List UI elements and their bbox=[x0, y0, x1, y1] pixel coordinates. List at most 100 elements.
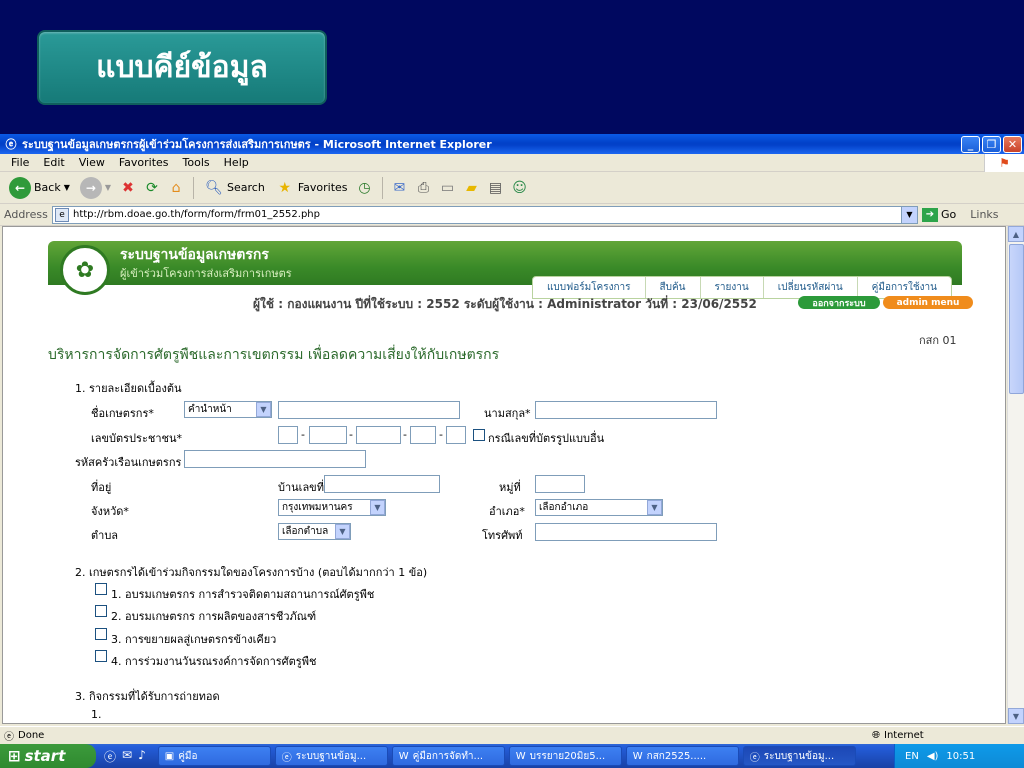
search-icon: 🔍︎ bbox=[205, 179, 223, 196]
mail-icon[interactable]: ✉ bbox=[390, 178, 410, 198]
site-title: ระบบฐานข้อมูลเกษตรกร bbox=[120, 247, 269, 263]
chevron-down-icon: ▼ bbox=[647, 500, 662, 515]
moo-input[interactable] bbox=[535, 475, 585, 493]
task-word-3[interactable]: W กสก2525..... bbox=[625, 746, 739, 766]
activity-3-checkbox[interactable] bbox=[95, 628, 107, 640]
nav-manual[interactable]: คู่มือการใช้งาน bbox=[858, 277, 951, 298]
task-ie-1[interactable]: ⓔ ระบบฐานข้อมู... bbox=[274, 746, 388, 766]
discuss-icon[interactable]: ▰ bbox=[462, 178, 482, 198]
quick-launch: ⓔ ✉ ♪ bbox=[96, 748, 154, 765]
slide-title-badge: แบบคีย์ข้อมูล bbox=[37, 30, 327, 105]
task-ie-2[interactable]: ⓔ ระบบฐานข้อมู... bbox=[742, 746, 856, 766]
doae-emblem-icon: ✿ bbox=[60, 245, 110, 295]
word-icon: W bbox=[632, 750, 643, 762]
title-select[interactable]: คำนำหน้า ▼ bbox=[184, 401, 272, 418]
section-3-item: 1. bbox=[91, 708, 102, 721]
refresh-icon[interactable]: ⟳ bbox=[142, 178, 162, 198]
logout-button[interactable]: ออกจากระบบ bbox=[798, 296, 880, 309]
task-word-1[interactable]: W คู่มือการจัดทำ... bbox=[391, 746, 505, 766]
site-header: ✿ ระบบฐานข้อมูลเกษตรกร ผู้เข้าร่วมโครงกา… bbox=[48, 241, 962, 299]
chevron-down-icon: ▼ bbox=[256, 402, 271, 417]
language-indicator[interactable]: EN bbox=[905, 751, 919, 762]
volume-icon[interactable]: ◀) bbox=[927, 751, 939, 762]
messenger-icon[interactable]: ☺ bbox=[510, 178, 530, 198]
research-icon[interactable]: ▤ bbox=[486, 178, 506, 198]
toolbar: ← Back ▼ → ▼ ✖ ⟳ ⌂ 🔍︎ Search ★ Favorites ◷… bbox=[0, 172, 1024, 204]
print-icon[interactable]: ⎙ bbox=[414, 178, 434, 198]
subdistrict-label: ตำบล bbox=[91, 529, 119, 542]
id-part-3-input[interactable] bbox=[356, 426, 401, 444]
close-button[interactable]: ✕ bbox=[1003, 135, 1022, 153]
activity-2-checkbox[interactable] bbox=[95, 605, 107, 617]
id-part-5-input[interactable] bbox=[446, 426, 466, 444]
site-subtitle: ผู้เข้าร่วมโครงการส่งเสริมการเกษตร bbox=[120, 267, 292, 280]
subdistrict-select[interactable]: เลือกตำบล ▼ bbox=[278, 523, 351, 540]
household-code-label: รหัสครัวเรือนเกษตรกร bbox=[75, 456, 182, 469]
menu-edit[interactable]: Edit bbox=[36, 156, 71, 169]
id-card-label: เลขบัตรประชาชน* bbox=[91, 432, 182, 445]
menu-view[interactable]: View bbox=[72, 156, 112, 169]
ie-quicklaunch-icon[interactable]: ⓔ bbox=[104, 748, 116, 765]
star-icon: ★ bbox=[278, 179, 292, 196]
activity-4-checkbox[interactable] bbox=[95, 650, 107, 662]
district-label: อำเภอ* bbox=[489, 505, 525, 518]
back-button[interactable]: ← Back ▼ bbox=[6, 175, 73, 201]
household-code-input[interactable] bbox=[184, 450, 366, 468]
surname-input[interactable] bbox=[535, 401, 717, 419]
history-icon[interactable]: ◷ bbox=[355, 178, 375, 198]
chevron-down-icon: ▼ bbox=[370, 500, 385, 515]
phone-input[interactable] bbox=[535, 523, 717, 541]
menu-file[interactable]: File bbox=[4, 156, 36, 169]
id-part-1-input[interactable] bbox=[278, 426, 298, 444]
admin-menu-button[interactable]: admin menu bbox=[883, 296, 973, 309]
user-info: ผู้ใช้ : กองแผนงาน ปีที่ใช้ระบบ : 2552 ร… bbox=[253, 297, 757, 311]
form-code: กสก 01 bbox=[919, 334, 957, 347]
id-part-4-input[interactable] bbox=[410, 426, 436, 444]
forward-button[interactable]: → ▼ bbox=[77, 175, 114, 201]
minimize-button[interactable]: _ bbox=[961, 135, 980, 153]
taskbar: ⊞ start ⓔ ✉ ♪ ▣ คู่มือ ⓔ ระบบฐานข้อมู... W… bbox=[0, 744, 1024, 768]
menu-tools[interactable]: Tools bbox=[176, 156, 217, 169]
activity-1-label: 1. อบรมเกษตรกร การสำรวจติดตามสถานการณ์ศั… bbox=[111, 588, 375, 601]
task-folder[interactable]: ▣ คู่มือ bbox=[157, 746, 271, 766]
district-select[interactable]: เลือกอำเภอ ▼ bbox=[535, 499, 663, 516]
maximize-button[interactable]: ❐ bbox=[982, 135, 1001, 153]
menu-bar: File Edit View Favorites Tools Help ⚑ bbox=[0, 154, 1024, 172]
go-button[interactable]: ➔ Go bbox=[922, 207, 956, 222]
edit-icon[interactable]: ▭ bbox=[438, 178, 458, 198]
first-name-input[interactable] bbox=[278, 401, 460, 419]
outlook-quicklaunch-icon[interactable]: ✉ bbox=[122, 748, 132, 765]
ie-window: ⓔ ระบบฐานข้อมูลเกษตรกรผู้เข้าร่วมโครงการ… bbox=[0, 134, 1024, 768]
other-id-checkbox[interactable] bbox=[473, 429, 485, 441]
province-label: จังหวัด* bbox=[91, 505, 129, 518]
scroll-up-icon[interactable]: ▲ bbox=[1008, 226, 1024, 242]
links-button[interactable]: Links bbox=[970, 208, 998, 221]
status-bar: ⓔ Done 🌐︎ Internet bbox=[0, 726, 1024, 743]
scroll-thumb[interactable] bbox=[1009, 244, 1024, 394]
vertical-scrollbar[interactable]: ▲ ▼ bbox=[1007, 226, 1024, 724]
address-dropdown-icon[interactable]: ▼ bbox=[901, 206, 917, 223]
media-quicklaunch-icon[interactable]: ♪ bbox=[138, 748, 146, 765]
search-button[interactable]: 🔍︎ Search bbox=[201, 176, 268, 200]
id-part-2-input[interactable] bbox=[309, 426, 347, 444]
favorites-button[interactable]: ★ Favorites bbox=[272, 176, 351, 200]
activity-4-label: 4. การร่วมงานวันรณรงค์การจัดการศัตรูพืช bbox=[111, 655, 317, 668]
menu-favorites[interactable]: Favorites bbox=[112, 156, 176, 169]
address-input[interactable]: e http://rbm.doae.go.th/form/form/frm01_… bbox=[52, 205, 918, 224]
stop-icon[interactable]: ✖ bbox=[118, 178, 138, 198]
url-text: http://rbm.doae.go.th/form/form/frm01_25… bbox=[73, 209, 320, 220]
window-title: ระบบฐานข้อมูลเกษตรกรผู้เข้าร่วมโครงการส่… bbox=[22, 138, 492, 151]
task-word-2[interactable]: W บรรยาย20มิย5... bbox=[508, 746, 622, 766]
province-select[interactable]: กรุงเทพมหานคร ▼ bbox=[278, 499, 386, 516]
home-icon[interactable]: ⌂ bbox=[166, 178, 186, 198]
activity-1-checkbox[interactable] bbox=[95, 583, 107, 595]
other-id-label: กรณีเลขที่บัตรรูปแบบอื่น bbox=[488, 432, 605, 445]
back-arrow-icon: ← bbox=[9, 176, 31, 199]
start-button[interactable]: ⊞ start bbox=[0, 744, 96, 768]
menu-help[interactable]: Help bbox=[217, 156, 256, 169]
house-number-input[interactable] bbox=[324, 475, 440, 493]
title-bar: ⓔ ระบบฐานข้อมูลเกษตรกรผู้เข้าร่วมโครงการ… bbox=[0, 134, 1024, 154]
ie-icon: ⓔ bbox=[749, 752, 760, 764]
scroll-down-icon[interactable]: ▼ bbox=[1008, 708, 1024, 724]
activity-2-label: 2. อบรมเกษตรกร การผลิตของสารชีวภัณฑ์ bbox=[111, 610, 317, 623]
